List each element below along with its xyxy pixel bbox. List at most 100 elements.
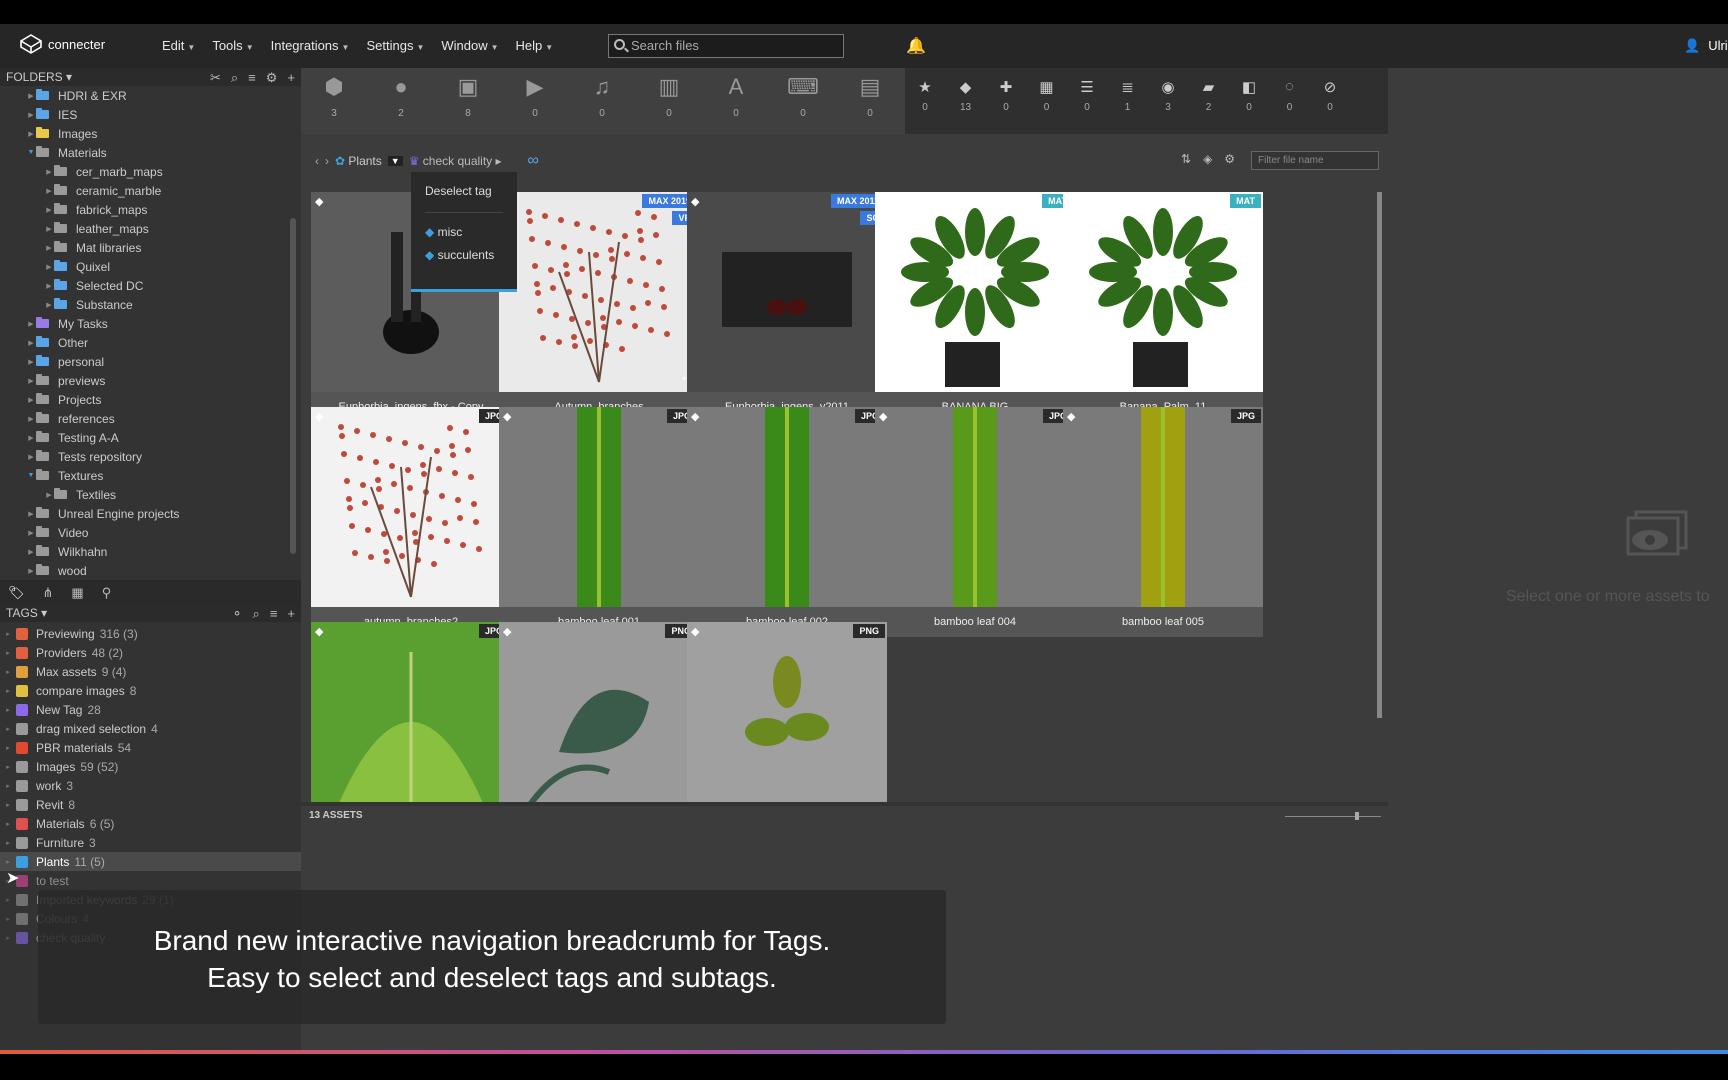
tag-row[interactable]: ▸ Materials 6 (5)	[0, 814, 301, 833]
link-icon[interactable]: ∞	[528, 152, 539, 170]
filter-building-button[interactable]: ▥ 0	[636, 72, 702, 119]
tag-row[interactable]: ▸ Revit 8	[0, 795, 301, 814]
folder-row[interactable]: ▶ Tests repository	[0, 447, 301, 466]
expand-right-icon[interactable]: ▸	[0, 630, 16, 638]
tag-row[interactable]: ▸ to test	[0, 871, 301, 890]
expand-right-icon[interactable]: ▸	[0, 744, 16, 752]
expand-right-icon[interactable]: ▸	[0, 725, 16, 733]
tag-row[interactable]: ▸ work 3	[0, 776, 301, 795]
stat-block-button[interactable]: ⊘ 0	[1310, 78, 1350, 113]
zoom-slider[interactable]	[1285, 816, 1381, 817]
tag-icon[interactable]: ◆	[315, 195, 323, 208]
layers-icon[interactable]: ◈	[1203, 152, 1212, 166]
folder-row[interactable]: ▶ Mat libraries	[0, 238, 301, 257]
tag-row[interactable]: ▸ Max assets 9 (4)	[0, 662, 301, 681]
hierarchy-tab-icon[interactable]: ⋔	[43, 585, 54, 600]
folder-row[interactable]: ▶ Substance	[0, 295, 301, 314]
stat-hidden-button[interactable]: ◌ 0	[1270, 78, 1310, 113]
folder-row[interactable]: ▶ Textiles	[0, 485, 301, 504]
tags-tab-icon[interactable]: 🏷	[8, 585, 25, 600]
folder-row[interactable]: ▶ Images	[0, 124, 301, 143]
stat-grid-button[interactable]: ▦ 0	[1027, 78, 1067, 113]
stat-tag-button[interactable]: ◆ 13	[946, 78, 986, 113]
expand-right-icon[interactable]: ▸	[0, 668, 16, 676]
tag-row[interactable]: ▸ compare images 8	[0, 681, 301, 700]
pin-icon[interactable]: ✂	[210, 70, 221, 85]
expand-right-icon[interactable]: ▸	[0, 763, 16, 771]
sort-view-icon[interactable]: ⇅	[1181, 152, 1191, 166]
expand-right-icon[interactable]: ▶	[26, 548, 36, 556]
expand-right-icon[interactable]: ▸	[0, 687, 16, 695]
folder-search-icon[interactable]: ⌕	[231, 70, 238, 85]
tag-icon[interactable]: ◆	[315, 625, 323, 638]
asset-card[interactable]: ◆MAX 2011SCEuphorbia_ingens_v2011	[687, 192, 887, 422]
folder-row[interactable]: ▶ Testing A-A	[0, 428, 301, 447]
filter-image-button[interactable]: ▣ 8	[435, 72, 501, 119]
expand-right-icon[interactable]: ▶	[44, 244, 54, 252]
folder-row[interactable]: ▶ leather_maps	[0, 219, 301, 238]
asset-thumbnail[interactable]	[875, 407, 1075, 607]
tag-row[interactable]: ▸ Providers 48 (2)	[0, 643, 301, 662]
asset-thumbnail[interactable]	[499, 192, 699, 392]
tag-icon[interactable]: ◆	[503, 410, 511, 423]
expand-right-icon[interactable]: ▶	[26, 415, 36, 423]
stat-puzzle-button[interactable]: ◧ 0	[1229, 78, 1269, 113]
breadcrumb-dropdown-toggle[interactable]: ▼	[387, 156, 403, 166]
network-tab-icon[interactable]: ⚲	[102, 585, 112, 600]
asset-card[interactable]: ◆MATBanana_Palm_11	[1063, 192, 1263, 422]
asset-thumbnail[interactable]	[875, 192, 1075, 392]
folder-row[interactable]: ▶ Quixel	[0, 257, 301, 276]
user-menu[interactable]: 👤 Ulri	[1684, 38, 1728, 54]
expand-right-icon[interactable]: ▸	[0, 706, 16, 714]
tag-row[interactable]: ▸ New Tag 28	[0, 700, 301, 719]
add-tag-icon[interactable]: +	[287, 606, 295, 621]
folder-row[interactable]: ▶ IES	[0, 105, 301, 124]
expand-right-icon[interactable]: ▶	[26, 510, 36, 518]
add-folder-icon[interactable]: +	[287, 70, 295, 85]
asset-card[interactable]: ◆MATBANANA BIG	[875, 192, 1075, 422]
folder-row[interactable]: ▶ wood	[0, 561, 301, 580]
tags-title[interactable]: TAGS ▾	[6, 606, 47, 620]
asset-thumbnail[interactable]	[499, 622, 699, 804]
stat-list-button[interactable]: ☰ 0	[1067, 78, 1107, 113]
tag-row[interactable]: ▸ Furniture 3	[0, 833, 301, 852]
expand-right-icon[interactable]: ▶	[26, 453, 36, 461]
expand-right-icon[interactable]: ▶	[26, 339, 36, 347]
menu-edit[interactable]: Edit ▼	[162, 38, 195, 53]
expand-right-icon[interactable]: ▶	[26, 358, 36, 366]
expand-right-icon[interactable]: ▶	[44, 206, 54, 214]
sort-icon[interactable]: ≡	[248, 70, 256, 85]
filter-document-button[interactable]: ▤ 0	[837, 72, 903, 119]
expand-right-icon[interactable]: ▸	[0, 896, 16, 904]
tag-row[interactable]: ▸ Images 59 (52)	[0, 757, 301, 776]
tag-icon[interactable]: ◆	[691, 195, 699, 208]
dropdown-item-misc[interactable]: ◆ misc	[411, 225, 517, 239]
filter-code-button[interactable]: ⌨ 0	[770, 72, 836, 119]
asset-thumbnail[interactable]	[311, 407, 511, 607]
asset-thumbnail[interactable]	[687, 407, 887, 607]
asset-card[interactable]: ◆ JPG bamboo leaf 004	[875, 407, 1075, 637]
expand-right-icon[interactable]: ▶	[26, 320, 36, 328]
asset-thumbnail[interactable]	[499, 407, 699, 607]
asset-card[interactable]: ◆ JPG	[311, 622, 511, 804]
menu-settings[interactable]: Settings ▼	[366, 38, 424, 53]
folder-row[interactable]: ▶ Wilkhahn	[0, 542, 301, 561]
folder-row[interactable]: ▶ references	[0, 409, 301, 428]
menu-help[interactable]: Help ▼	[516, 38, 554, 53]
asset-thumbnail[interactable]	[1063, 192, 1263, 392]
expand-right-icon[interactable]: ▶	[44, 491, 54, 499]
forward-icon[interactable]: ›	[325, 154, 329, 168]
expand-right-icon[interactable]: ▶	[26, 434, 36, 442]
asset-card[interactable]: ◆JPGbamboo leaf 001	[499, 407, 699, 637]
folder-row[interactable]: ▶ Projects	[0, 390, 301, 409]
tag-row[interactable]: ▸ PBR materials 54	[0, 738, 301, 757]
asset-thumbnail[interactable]	[687, 192, 887, 392]
expand-right-icon[interactable]: ▶	[26, 111, 36, 119]
zoom-slider-handle[interactable]	[1355, 812, 1359, 820]
expand-down-icon[interactable]: ▼	[26, 472, 36, 479]
breadcrumb-tag-check-quality[interactable]: ♛ check quality ▸	[409, 154, 502, 168]
expand-right-icon[interactable]: ▶	[26, 567, 36, 575]
asset-card[interactable]: ◆ JPG bamboo leaf 005	[1063, 407, 1263, 637]
folder-row[interactable]: ▶ personal	[0, 352, 301, 371]
stat-chat-button[interactable]: ▰ 2	[1189, 78, 1229, 113]
